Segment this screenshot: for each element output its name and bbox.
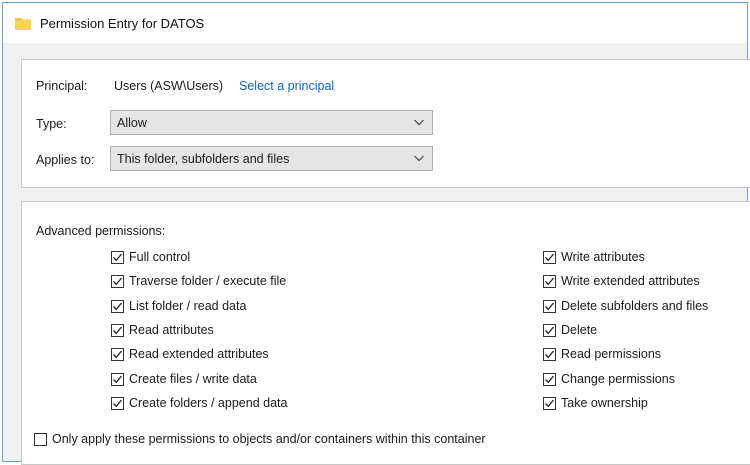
permission-label: Write extended attributes: [561, 274, 700, 289]
permission-checkbox[interactable]: [111, 251, 124, 264]
permission-label: Traverse folder / execute file: [129, 274, 287, 289]
only-apply-label: Only apply these permissions to objects …: [52, 432, 486, 446]
only-apply-checkbox[interactable]: [34, 433, 47, 446]
principal-group: Principal: Users (ASW\Users) Select a pr…: [21, 59, 750, 188]
checkmark-icon: [545, 326, 555, 335]
permission-checkbox[interactable]: [111, 372, 124, 386]
checkmark-icon: [545, 399, 555, 408]
applies-to-label: Applies to:: [36, 153, 95, 167]
advanced-permissions-group: Advanced permissions: Full control Traver…: [21, 201, 750, 465]
checkmark-icon: [113, 375, 123, 383]
checkmark-icon: [545, 375, 555, 383]
chevron-down-icon: [414, 119, 424, 126]
checkmark-icon: [545, 302, 555, 310]
applies-to-select[interactable]: This folder, subfolders and files: [110, 146, 433, 171]
permission-checkbox[interactable]: [543, 348, 556, 362]
permission-label: Write attributes: [561, 250, 645, 264]
applies-to-selected-value: This folder, subfolders and files: [117, 152, 290, 166]
permission-label: Delete subfolders and files: [561, 298, 709, 313]
checkmark-icon: [545, 253, 555, 262]
checkmark-icon: [545, 350, 555, 359]
permission-checkbox[interactable]: [111, 323, 124, 337]
checkmark-icon: [545, 277, 555, 286]
select-principal-link[interactable]: Select a principal: [239, 79, 334, 93]
dialog-content: Principal: Users (ASW\Users) Select a pr…: [3, 43, 750, 465]
permission-checkbox[interactable]: [543, 275, 556, 289]
permission-label: Full control: [129, 250, 191, 264]
checkmark-icon: [113, 302, 123, 310]
window-title: Permission Entry for DATOS: [40, 16, 205, 31]
permission-label: Delete: [561, 322, 598, 337]
checkmark-icon: [113, 277, 123, 286]
permission-checkbox[interactable]: [111, 299, 124, 313]
permission-checkbox[interactable]: [543, 396, 556, 410]
checkmark-icon: [113, 350, 123, 359]
checkmark-icon: [113, 253, 123, 262]
type-select[interactable]: Allow: [110, 110, 433, 135]
permission-checkbox[interactable]: [111, 396, 124, 410]
permission-label: Read attributes: [129, 322, 214, 337]
advanced-permissions-heading: Advanced permissions:: [36, 224, 166, 238]
permission-label: Read extended attributes: [129, 347, 269, 362]
permission-checkbox[interactable]: [111, 348, 124, 362]
permission-label: Read permissions: [561, 347, 662, 362]
type-label: Type:: [36, 117, 67, 131]
type-selected-value: Allow: [117, 116, 147, 130]
principal-value: Users (ASW\Users): [114, 79, 224, 93]
permission-label: Take ownership: [561, 395, 648, 410]
principal-label: Principal:: [36, 79, 88, 93]
permission-label: List folder / read data: [129, 298, 247, 313]
checkmark-icon: [113, 326, 123, 335]
checkmark-icon: [113, 399, 123, 408]
permission-label: Create folders / append data: [129, 395, 288, 410]
permission-entry-window: Permission Entry for DATOS Principal: Us…: [2, 2, 750, 465]
permission-checkbox[interactable]: [543, 299, 556, 313]
permission-checkbox[interactable]: [543, 323, 556, 337]
permission-checkbox[interactable]: [543, 372, 556, 386]
title-bar: Permission Entry for DATOS: [3, 3, 747, 43]
permission-checkbox[interactable]: [111, 275, 124, 289]
chevron-down-icon: [414, 155, 424, 162]
permission-label: Create files / write data: [129, 371, 257, 386]
folder-icon: [15, 18, 31, 30]
permission-label: Change permissions: [561, 371, 675, 386]
permission-checkbox[interactable]: [543, 251, 556, 264]
